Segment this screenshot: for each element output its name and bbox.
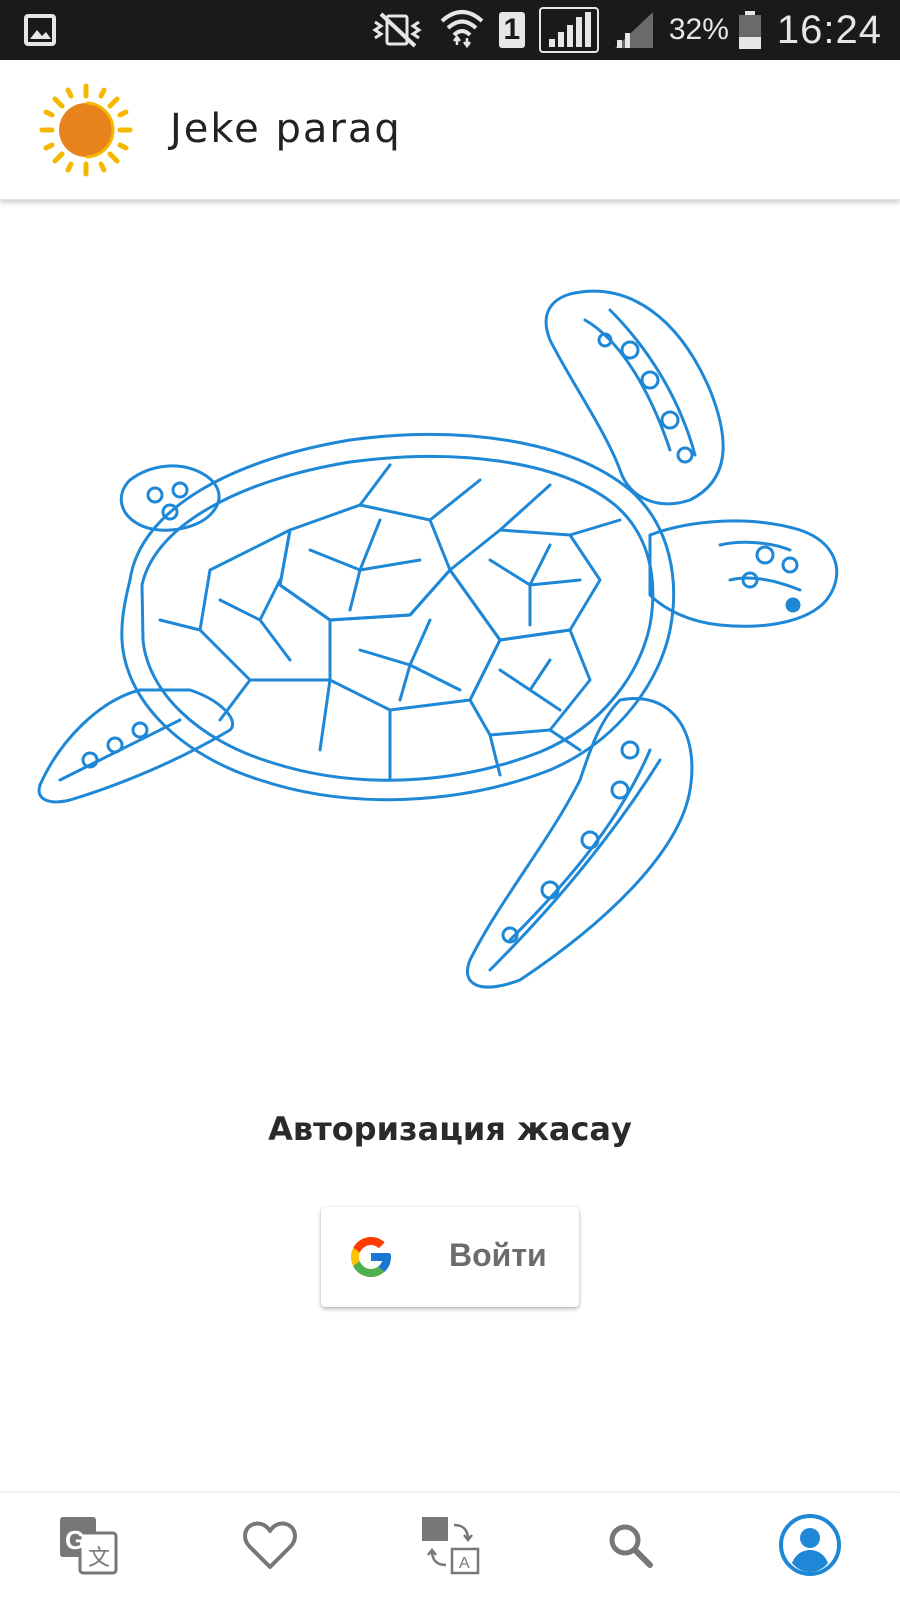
bottom-navigation: G 文 A xyxy=(0,1492,900,1600)
battery-icon xyxy=(737,10,763,50)
wifi-icon xyxy=(439,7,485,53)
nav-item-account[interactable] xyxy=(770,1511,850,1583)
clock: 16:24 xyxy=(776,7,882,52)
app-bar: Jeke paraq xyxy=(0,60,900,200)
svg-text:A: A xyxy=(459,1555,470,1572)
auth-title: Авторизация жасау xyxy=(268,1110,632,1148)
nav-item-search[interactable] xyxy=(590,1511,670,1583)
signal-icon xyxy=(538,7,599,53)
svg-text:文: 文 xyxy=(88,1546,110,1571)
convert-icon: A xyxy=(418,1513,482,1581)
google-login-button[interactable]: Войти xyxy=(321,1207,579,1307)
sea-turtle-illustration xyxy=(30,280,870,1020)
app-title: Jeke paraq xyxy=(170,106,402,152)
gallery-notification-icon xyxy=(22,12,58,52)
search-icon xyxy=(604,1519,656,1575)
vibrate-mute-icon xyxy=(369,10,425,50)
signal-secondary-icon xyxy=(613,10,655,50)
heart-icon xyxy=(242,1519,298,1575)
sun-logo-icon xyxy=(38,82,134,178)
login-button-label: Войти xyxy=(449,1237,547,1273)
nav-item-convert[interactable]: A xyxy=(410,1511,490,1583)
google-icon xyxy=(347,1233,395,1281)
account-icon xyxy=(778,1513,842,1581)
translate-icon: G 文 xyxy=(56,1513,120,1581)
svg-text:G: G xyxy=(65,1525,85,1555)
battery-percent: 32% xyxy=(668,13,729,46)
status-bar: 1 32% 16:24 xyxy=(0,0,900,60)
nav-item-translate[interactable]: G 文 xyxy=(48,1511,128,1583)
sim-badge-icon: 1 xyxy=(498,12,525,48)
nav-item-favorites[interactable] xyxy=(230,1511,310,1583)
